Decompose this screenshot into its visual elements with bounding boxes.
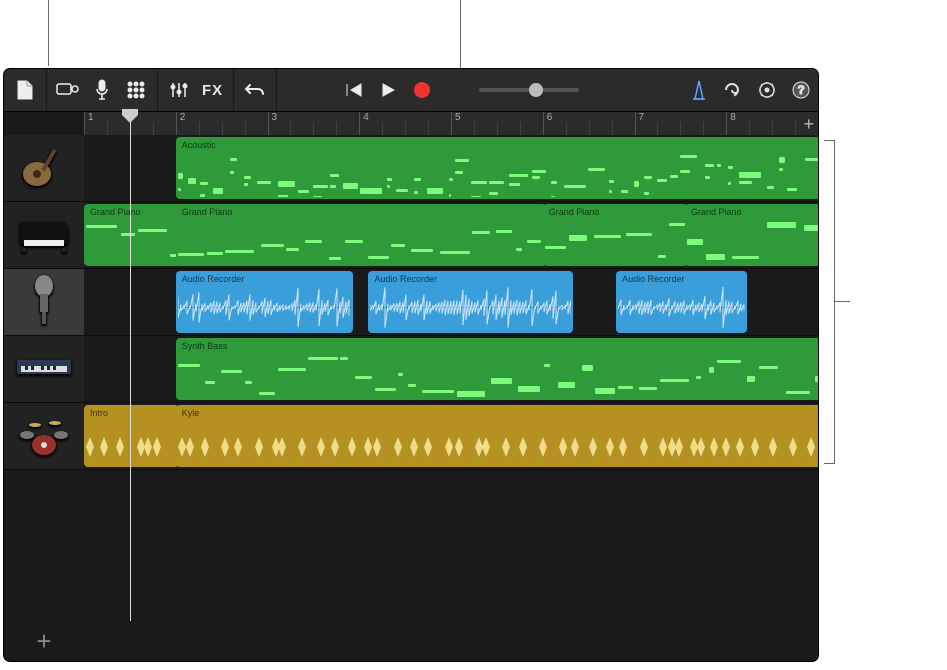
tracks-area: AcousticGrand PianoGrand PianoGrand Pian… (4, 135, 818, 621)
region[interactable]: Intro (84, 405, 179, 467)
region-label: Grand Piano (549, 207, 682, 217)
region-label: Grand Piano (182, 207, 540, 217)
control-bar: FX (4, 69, 818, 112)
region-label: Audio Recorder (374, 274, 567, 284)
region[interactable]: Grand Piano (685, 204, 818, 266)
track-row: Intro Kyle (4, 403, 818, 470)
region-label: Synth Bass (182, 341, 815, 351)
region[interactable]: Audio Recorder (176, 271, 353, 333)
region[interactable]: Grand Piano (543, 204, 688, 266)
region-label: Grand Piano (691, 207, 815, 217)
callout-line (834, 301, 850, 302)
region-label: Audio Recorder (622, 274, 741, 284)
mic-icon (29, 274, 59, 331)
region[interactable]: Kyle (176, 405, 818, 467)
browser-button[interactable] (51, 73, 85, 107)
track-controls-button[interactable] (162, 73, 196, 107)
region-label: Audio Recorder (182, 274, 347, 284)
ruler-bar: 1 (84, 112, 94, 136)
track-lane[interactable]: Grand Piano Grand Piano Grand Piano Grand P… (84, 202, 818, 268)
track-row: Audio Recorder Audio Recorder Audio Record… (4, 269, 818, 336)
ruler[interactable]: + 1 2 3 4 5 6 7 8 (84, 112, 818, 137)
apps-icon[interactable] (119, 73, 153, 107)
piano-icon (16, 214, 72, 257)
ruler-bar: 8 (726, 112, 736, 136)
ruler-bar: 7 (635, 112, 645, 136)
guitar-icon (17, 140, 71, 197)
track-header[interactable] (4, 135, 84, 201)
region[interactable]: Acoustic (176, 137, 818, 199)
settings-button[interactable] (750, 73, 784, 107)
region-label: Intro (90, 408, 173, 418)
region[interactable]: Audio Recorder (616, 271, 747, 333)
region-label: Grand Piano (90, 207, 177, 217)
callout-line (48, 0, 49, 66)
region[interactable]: Synth Bass (176, 338, 818, 400)
keyboard-icon (15, 354, 73, 385)
my-songs-button[interactable] (8, 73, 42, 107)
track-row: Acoustic (4, 135, 818, 202)
ruler-bar: 2 (176, 112, 186, 136)
add-section-button[interactable]: + (803, 114, 814, 135)
region-label: Acoustic (182, 140, 815, 150)
drums-icon (15, 413, 73, 460)
record-button[interactable] (405, 73, 439, 107)
ruler-bar: 3 (268, 112, 278, 136)
microphone-icon[interactable] (85, 73, 119, 107)
track-lane[interactable]: Acoustic (84, 135, 818, 201)
region[interactable]: Grand Piano (176, 204, 546, 266)
play-button[interactable] (371, 73, 405, 107)
ruler-bar: 6 (543, 112, 553, 136)
track-lane[interactable]: Audio Recorder Audio Recorder Audio Record… (84, 269, 818, 335)
playhead-handle[interactable] (122, 109, 138, 121)
master-volume-slider[interactable] (469, 88, 589, 92)
track-header[interactable] (4, 336, 84, 402)
ruler-bar: 4 (359, 112, 369, 136)
metronome-button[interactable] (682, 73, 716, 107)
track-lane[interactable]: Synth Bass (84, 336, 818, 402)
track-header[interactable] (4, 202, 84, 268)
track-header[interactable] (4, 403, 84, 469)
go-to-beginning-button[interactable] (337, 73, 371, 107)
track-lane[interactable]: Intro Kyle (84, 403, 818, 469)
garageband-window: FX (4, 69, 818, 661)
help-button[interactable]: ? (784, 73, 818, 107)
svg-text:?: ? (797, 83, 804, 97)
ruler-bar: 5 (451, 112, 461, 136)
add-track-button[interactable]: + (4, 621, 84, 661)
region-label: Kyle (182, 408, 815, 418)
undo-button[interactable] (238, 73, 272, 107)
region[interactable]: Grand Piano (84, 204, 183, 266)
record-icon (414, 82, 430, 98)
loop-browser-button[interactable] (716, 73, 750, 107)
fx-button[interactable]: FX (196, 82, 229, 99)
track-row: Synth Bass (4, 336, 818, 403)
playhead[interactable] (130, 111, 131, 621)
track-row: Grand Piano Grand Piano Grand Piano Grand P… (4, 202, 818, 269)
track-header[interactable] (4, 269, 84, 335)
region[interactable]: Audio Recorder (368, 271, 573, 333)
regions-bracket (824, 140, 835, 464)
